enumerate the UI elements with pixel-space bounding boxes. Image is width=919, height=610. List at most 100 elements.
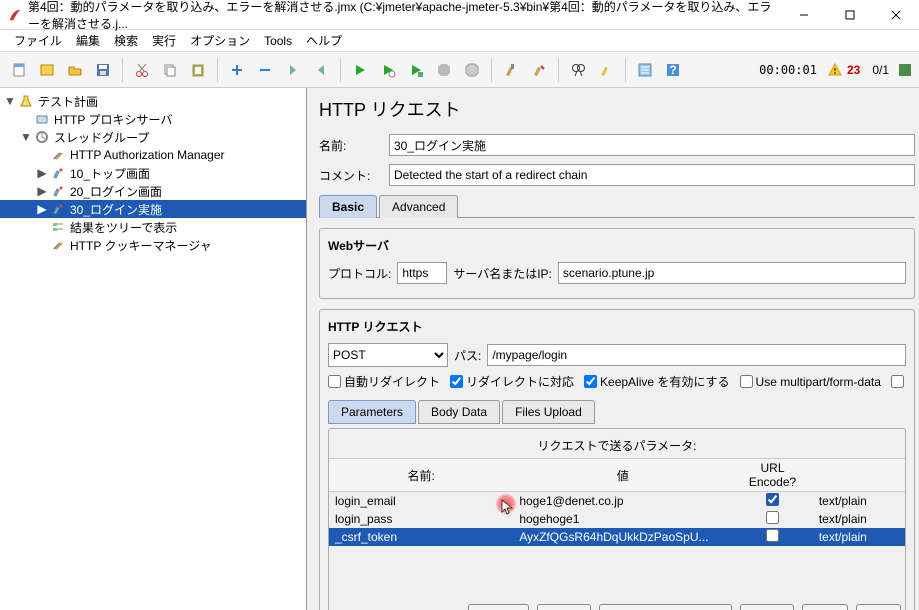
warning-icon — [827, 62, 843, 78]
tree-item[interactable]: ▶20_ログイン画面 — [0, 182, 306, 200]
httprequest-group: HTTP リクエスト POST パス: 自動リダイレクト リダイレクトに対応 K… — [319, 309, 915, 610]
svg-text:?: ? — [669, 63, 676, 77]
test-plan-tree[interactable]: ▼テスト計画HTTP プロキシサーバ▼スレッドグループHTTP Authoriz… — [0, 88, 307, 610]
copy-icon[interactable] — [157, 57, 183, 83]
remove-icon[interactable] — [252, 57, 278, 83]
webserver-group: Webサーバ プロトコル: サーバ名またはIP: — [319, 228, 915, 299]
clearall-icon[interactable] — [526, 57, 552, 83]
tree-item[interactable]: ▼スレッドグループ — [0, 128, 306, 146]
reset-search-icon[interactable] — [593, 57, 619, 83]
tree-item-label: 結果をツリーで表示 — [70, 219, 177, 236]
encode-checkbox[interactable] — [766, 493, 779, 506]
menu-run[interactable]: 実行 — [146, 30, 182, 51]
minimize-button[interactable] — [781, 0, 827, 30]
table-row[interactable]: _csrf_tokenAyxZfQGsR64hDqUkkDzPaoSpU...t… — [329, 528, 905, 546]
basic-advanced-tabs: Basic Advanced — [319, 194, 915, 218]
add-button[interactable]: 追加 — [537, 604, 591, 610]
browser-compat-check[interactable]: Browser-cor — [891, 375, 906, 389]
cut-icon[interactable] — [129, 57, 155, 83]
new-icon[interactable] — [6, 57, 32, 83]
subtab-filesupload[interactable]: Files Upload — [502, 400, 595, 424]
paste-icon[interactable] — [185, 57, 211, 83]
menu-edit[interactable]: 編集 — [70, 30, 106, 51]
name-label: 名前: — [319, 137, 389, 154]
config-icon — [50, 237, 66, 253]
tree-item-label: HTTP クッキーマネージャ — [70, 237, 212, 254]
delete-button[interactable]: 削除 — [740, 604, 794, 610]
collapse-icon[interactable] — [308, 57, 334, 83]
titlebar: 第4回：動的パラメータを取り込み、エラーを解消させる.jmx (C:¥jmete… — [0, 0, 919, 30]
up-button[interactable]: Up — [802, 604, 847, 610]
subtab-bodydata[interactable]: Body Data — [418, 400, 500, 424]
keepalive-check[interactable]: KeepAlive を有効にする — [584, 373, 730, 390]
add-from-clipboard-button[interactable]: Add from Clipboard — [599, 604, 732, 610]
workspace: ▼テスト計画HTTP プロキシサーバ▼スレッドグループHTTP Authoriz… — [0, 88, 919, 610]
add-icon[interactable] — [224, 57, 250, 83]
servername-label: サーバ名またはIP: — [453, 265, 552, 282]
detail-panel: HTTP リクエスト 名前: コメント: Basic Advanced Webサ… — [307, 88, 919, 610]
templates-icon[interactable] — [34, 57, 60, 83]
tab-basic[interactable]: Basic — [319, 195, 377, 218]
tree-item[interactable]: HTTP プロキシサーバ — [0, 110, 306, 128]
col-encode: URL Encode? — [732, 459, 813, 492]
search-icon[interactable] — [565, 57, 591, 83]
param-tabs: Parameters Body Data Files Upload — [328, 400, 906, 424]
stop-icon[interactable] — [431, 57, 457, 83]
menu-file[interactable]: ファイル — [8, 30, 68, 51]
tree-item[interactable]: 結果をツリーで表示 — [0, 218, 306, 236]
menubar: ファイル 編集 検索 実行 オプション Tools ヘルプ — [0, 30, 919, 52]
protocol-input[interactable] — [397, 262, 447, 284]
tab-advanced[interactable]: Advanced — [379, 195, 458, 218]
servername-input[interactable] — [558, 262, 906, 284]
expand-icon[interactable] — [280, 57, 306, 83]
clear-icon[interactable] — [498, 57, 524, 83]
down-button[interactable]: Do — [856, 604, 901, 610]
tree-item[interactable]: ▶30_ログイン実施 — [0, 200, 306, 218]
tree-item[interactable]: ▼テスト計画 — [0, 92, 306, 110]
menu-tools[interactable]: Tools — [258, 32, 298, 50]
detail-button[interactable]: Detail — [468, 604, 529, 610]
httprequest-title: HTTP リクエスト — [328, 318, 906, 335]
multipart-check[interactable]: Use multipart/form-data — [740, 375, 881, 389]
encode-checkbox[interactable] — [766, 529, 779, 542]
follow-redirect-check[interactable]: リダイレクトに対応 — [450, 373, 574, 390]
maximize-button[interactable] — [827, 0, 873, 30]
parameter-buttons: Detail 追加 Add from Clipboard 削除 Up Do — [329, 604, 905, 610]
proxy-icon — [34, 111, 50, 127]
threads-icon — [897, 62, 913, 78]
active-threads: 0/1 — [872, 63, 889, 77]
tree-result-icon — [50, 219, 66, 235]
tree-item-label: 10_トップ画面 — [70, 165, 150, 182]
menu-help[interactable]: ヘルプ — [300, 30, 348, 51]
table-row[interactable]: login_emailhoge1@denet.co.jptext/plain — [329, 492, 905, 511]
shutdown-icon[interactable] — [459, 57, 485, 83]
col-name: 名前: — [329, 459, 513, 492]
path-input[interactable] — [487, 344, 906, 366]
save-icon[interactable] — [90, 57, 116, 83]
menu-search[interactable]: 検索 — [108, 30, 144, 51]
start-icon[interactable] — [347, 57, 373, 83]
protocol-label: プロトコル: — [328, 265, 391, 282]
tree-item-label: 20_ログイン画面 — [70, 183, 162, 200]
subtab-parameters[interactable]: Parameters — [328, 400, 416, 424]
close-button[interactable] — [873, 0, 919, 30]
thread-icon — [34, 129, 50, 145]
parameters-table[interactable]: 名前: 値 URL Encode? login_emailhoge1@denet… — [329, 458, 905, 546]
tree-item[interactable]: HTTP クッキーマネージャ — [0, 236, 306, 254]
start-remote-icon[interactable] — [403, 57, 429, 83]
name-input[interactable] — [389, 134, 915, 156]
encode-checkbox[interactable] — [766, 511, 779, 524]
comment-input[interactable] — [389, 164, 915, 186]
menu-options[interactable]: オプション — [184, 30, 256, 51]
table-row[interactable]: login_passhogehoge1text/plain — [329, 510, 905, 528]
help-icon[interactable]: ? — [660, 57, 686, 83]
auto-redirect-check[interactable]: 自動リダイレクト — [328, 373, 440, 390]
open-icon[interactable] — [62, 57, 88, 83]
method-select[interactable]: POST — [328, 343, 448, 367]
tree-item[interactable]: ▶10_トップ画面 — [0, 164, 306, 182]
sampler-icon — [50, 165, 66, 181]
function-helper-icon[interactable] — [632, 57, 658, 83]
start-notimers-icon[interactable] — [375, 57, 401, 83]
tree-item[interactable]: HTTP Authorization Manager — [0, 146, 306, 164]
warning-indicator[interactable]: 23 — [827, 62, 860, 78]
